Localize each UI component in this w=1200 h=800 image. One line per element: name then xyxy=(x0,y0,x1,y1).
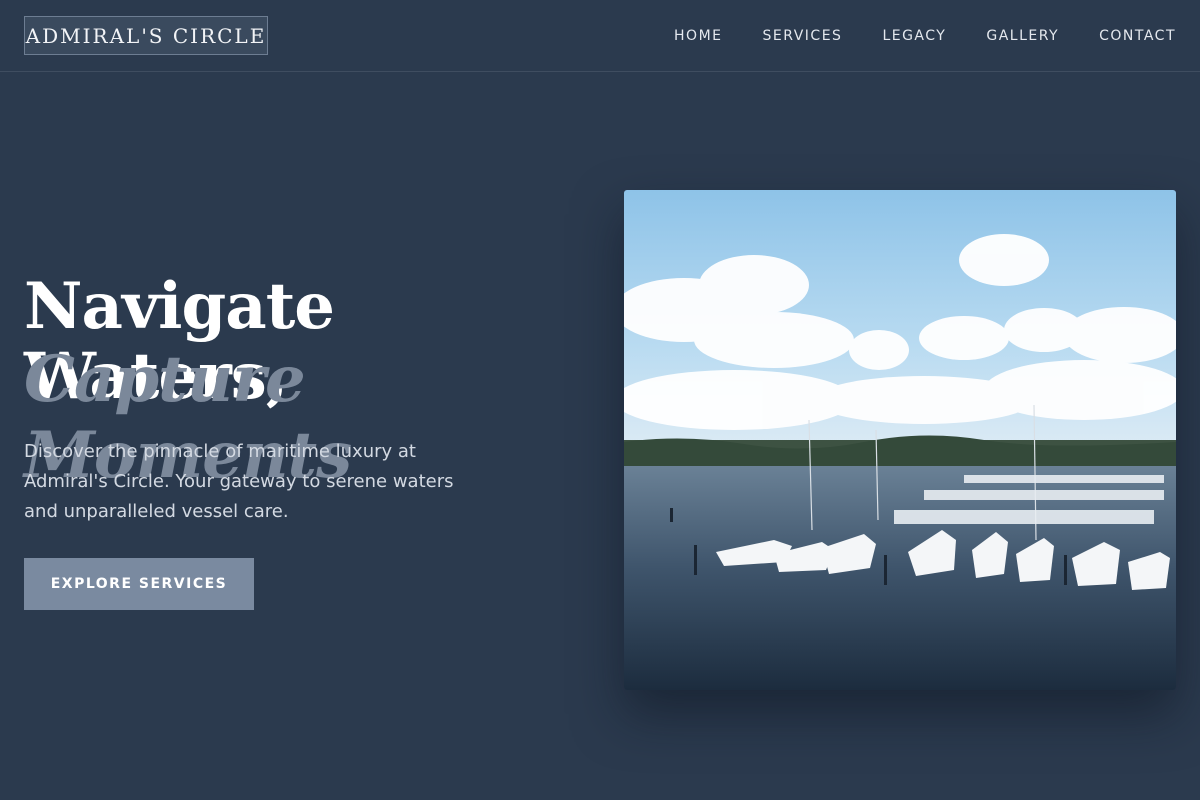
nav-item-home[interactable]: HOME xyxy=(674,28,722,44)
explore-services-button[interactable]: EXPLORE SERVICES xyxy=(24,558,254,610)
site-logo[interactable]: ADMIRAL'S CIRCLE xyxy=(24,16,268,55)
hero-description: Discover the pinnacle of maritime luxury… xyxy=(24,441,454,522)
nav-item-legacy[interactable]: LEGACY xyxy=(882,28,946,44)
nav-item-services[interactable]: SERVICES xyxy=(763,28,843,44)
nav-item-contact[interactable]: CONTACT xyxy=(1099,28,1176,44)
main-nav: HOME SERVICES LEGACY GALLERY CONTACT xyxy=(674,0,1176,72)
marina-photo xyxy=(624,190,1176,690)
nav-item-gallery[interactable]: GALLERY xyxy=(986,28,1059,44)
site-header: ADMIRAL'S CIRCLE HOME SERVICES LEGACY GA… xyxy=(0,0,1200,72)
